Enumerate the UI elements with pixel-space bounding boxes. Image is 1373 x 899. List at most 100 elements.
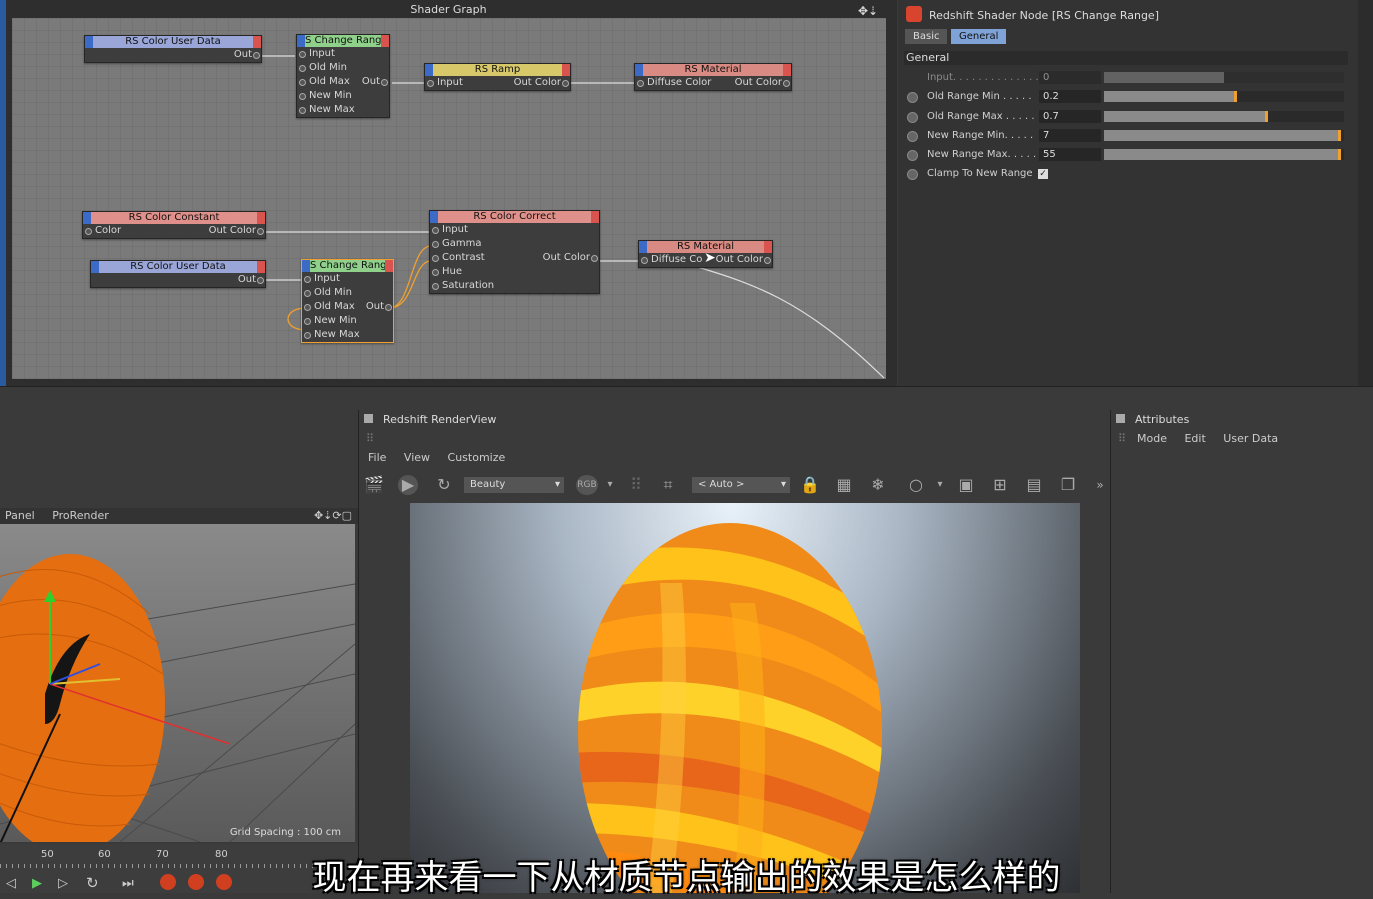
node-rs-color-user-data[interactable]: RS Color User Data Out [84, 35, 262, 63]
node-rs-color-constant[interactable]: RS Color Constant Color Out Color [82, 211, 266, 239]
port-label: New Max [309, 104, 355, 115]
input-port[interactable] [85, 228, 92, 235]
input-port[interactable] [304, 276, 311, 283]
node-rs-ramp[interactable]: RS Ramp Input Out Color [424, 63, 571, 91]
lock-icon[interactable]: 🔒 [800, 475, 820, 495]
input-port[interactable] [299, 51, 306, 58]
animate-radio[interactable] [907, 131, 918, 142]
param-slider[interactable] [1104, 149, 1344, 160]
rendered-torus [578, 523, 882, 893]
menu-mode[interactable]: Mode [1137, 432, 1167, 445]
add-snapshot-icon[interactable]: ⊞ [990, 475, 1010, 495]
param-slider[interactable] [1104, 111, 1344, 122]
input-port[interactable] [427, 80, 434, 87]
input-port[interactable] [304, 332, 311, 339]
render-image[interactable] [410, 503, 1080, 893]
output-port[interactable] [253, 52, 260, 59]
overflow-icon[interactable]: » [1090, 475, 1110, 495]
menu-file[interactable]: File [368, 451, 386, 464]
panel-separator [0, 386, 1373, 411]
output-port[interactable] [591, 255, 598, 262]
output-port[interactable] [257, 277, 264, 284]
render-play-icon[interactable]: ▶ [398, 475, 418, 495]
menu-user-data[interactable]: User Data [1223, 432, 1278, 445]
drag-handle-icon[interactable]: ⠿ [366, 432, 374, 445]
rgb-channel-icon[interactable]: RGB [576, 475, 598, 495]
aov-dropdown[interactable]: Beauty [464, 477, 564, 493]
clapper-icon[interactable]: 🎬 [364, 475, 384, 495]
input-port[interactable] [432, 255, 439, 262]
port-label-out: Out Color [513, 77, 561, 88]
pv-icon[interactable]: ▤ [1024, 475, 1044, 495]
crop-icon[interactable]: ⌗ [658, 475, 678, 495]
slider-fill [1104, 111, 1268, 122]
node-rs-change-range[interactable]: S Change Rang Input Old Min Old Max Out N… [296, 34, 390, 118]
grid-dots-icon[interactable]: ⠿ [626, 475, 646, 495]
viewport-nav-icons[interactable]: ✥⇣⟳▢ [314, 508, 352, 524]
refresh-icon[interactable]: ↻ [434, 475, 454, 495]
param-new-range-max[interactable]: New Range Max. . . . . 55 [905, 147, 1350, 163]
output-port[interactable] [381, 79, 388, 86]
drag-handle-icon[interactable]: ⠿ [1118, 432, 1126, 445]
slider-value-marker [1338, 149, 1342, 160]
input-port[interactable] [299, 107, 306, 114]
param-clamp-to-new-range[interactable]: Clamp To New Range ✓ [905, 166, 1350, 182]
animate-radio[interactable] [907, 169, 918, 180]
zoom-dropdown[interactable]: < Auto > [692, 477, 790, 493]
input-port[interactable] [432, 269, 439, 276]
animate-radio[interactable] [907, 150, 918, 161]
node-rs-color-user-data-2[interactable]: RS Color User Data Out [90, 260, 266, 288]
image-icon[interactable]: ▣ [956, 475, 976, 495]
input-port[interactable] [299, 65, 306, 72]
param-old-range-min[interactable]: Old Range Min . . . . . 0.2 [905, 89, 1350, 105]
group-header-general[interactable]: General [904, 51, 1348, 65]
param-value-field[interactable]: 7 [1039, 129, 1101, 142]
input-port[interactable] [432, 283, 439, 290]
param-new-range-min[interactable]: New Range Min. . . . . 7 [905, 128, 1350, 144]
grid-icon[interactable]: ▦ [834, 475, 854, 495]
input-port[interactable] [432, 241, 439, 248]
menu-panel[interactable]: Panel [5, 508, 35, 524]
input-port[interactable] [304, 304, 311, 311]
input-port[interactable] [637, 80, 644, 87]
output-port[interactable] [257, 228, 264, 235]
input-port[interactable] [432, 227, 439, 234]
input-port[interactable] [304, 318, 311, 325]
menu-customize[interactable]: Customize [448, 451, 506, 464]
node-rs-color-correct[interactable]: RS Color Correct Input Gamma Contrast Out… [429, 210, 600, 294]
param-old-range-max[interactable]: Old Range Max . . . . . 0.7 [905, 109, 1350, 125]
node-rs-material[interactable]: RS Material Diffuse Color Out Color [634, 63, 792, 91]
tab-basic[interactable]: Basic [905, 29, 948, 44]
output-port[interactable] [385, 304, 392, 311]
port-label: Old Min [309, 62, 347, 73]
input-port[interactable] [299, 79, 306, 86]
menu-prorender[interactable]: ProRender [52, 508, 109, 524]
param-slider[interactable] [1104, 130, 1344, 141]
param-label: Clamp To New Range [927, 168, 1033, 179]
chevron-down-icon[interactable]: ▾ [930, 475, 950, 495]
clamp-checkbox[interactable]: ✓ [1038, 169, 1048, 179]
param-value-field[interactable]: 55 [1039, 148, 1101, 161]
param-value-field[interactable]: 0.2 [1039, 90, 1101, 103]
output-port[interactable] [562, 80, 569, 87]
menu-edit[interactable]: Edit [1184, 432, 1205, 445]
copy-icon[interactable]: ❐ [1058, 475, 1078, 495]
param-slider[interactable] [1104, 91, 1344, 102]
viewport-3d-view[interactable]: Grid Spacing : 100 cm [0, 524, 355, 842]
move-icon[interactable]: ✥⇣ [858, 4, 878, 18]
chevron-down-icon[interactable]: ▾ [600, 475, 620, 495]
param-value-field[interactable]: 0.7 [1039, 110, 1101, 123]
param-label: Old Range Max . . . . . [927, 111, 1035, 122]
node-rs-change-range-selected[interactable]: S Change Rang Input Old Min Old Max Out N… [301, 259, 394, 343]
animate-radio[interactable] [907, 92, 918, 103]
snowflake-icon[interactable]: ❄ [868, 475, 888, 495]
circle-icon[interactable]: ○ [906, 475, 926, 495]
input-port[interactable] [641, 257, 648, 264]
input-port[interactable] [299, 93, 306, 100]
input-port[interactable] [304, 290, 311, 297]
animate-radio[interactable] [907, 112, 918, 123]
output-port[interactable] [764, 257, 771, 264]
tab-general[interactable]: General [951, 29, 1007, 44]
output-port[interactable] [783, 80, 790, 87]
menu-view[interactable]: View [404, 451, 430, 464]
